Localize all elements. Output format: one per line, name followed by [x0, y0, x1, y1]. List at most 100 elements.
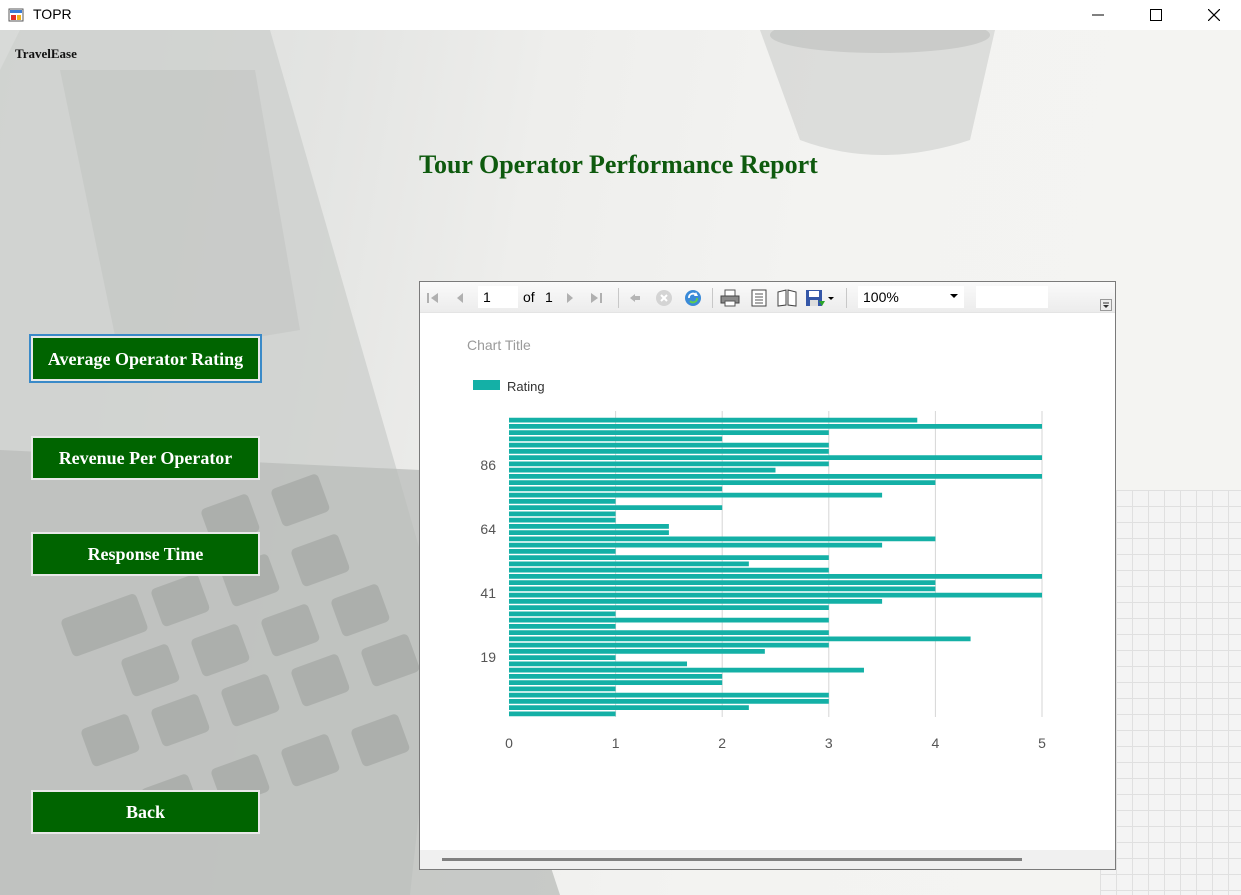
- bar: [509, 549, 616, 554]
- horizontal-scrollbar[interactable]: [420, 850, 1115, 869]
- first-page-button[interactable]: [425, 289, 441, 307]
- revenue-per-operator-button[interactable]: Revenue Per Operator: [31, 436, 260, 480]
- response-time-button[interactable]: Response Time: [31, 532, 260, 576]
- y-tick-label: 19: [480, 649, 496, 665]
- maximize-icon: [1150, 9, 1162, 21]
- bar: [509, 561, 749, 567]
- bar: [509, 580, 936, 585]
- bar: [509, 511, 616, 517]
- bar: [509, 680, 723, 685]
- stop-button[interactable]: [654, 289, 674, 307]
- bar: [509, 617, 829, 623]
- bar: [509, 711, 616, 717]
- window-title: TOPR: [33, 6, 72, 22]
- bar: [509, 636, 971, 642]
- last-page-button[interactable]: [588, 289, 604, 307]
- bar: [509, 517, 616, 523]
- page-setup-button[interactable]: [776, 289, 798, 307]
- bar: [509, 436, 723, 442]
- bar: [509, 480, 936, 485]
- page-title: Tour Operator Performance Report: [419, 150, 818, 179]
- bar: [509, 424, 1042, 429]
- brand-label: TravelEase: [15, 46, 77, 61]
- background-notebook-image: [1100, 490, 1241, 895]
- bar: [509, 699, 829, 704]
- x-tick-label: 0: [505, 735, 513, 751]
- bar: [509, 486, 723, 492]
- bar: [509, 461, 829, 467]
- x-tick-label: 5: [1038, 735, 1046, 751]
- bar: [509, 449, 829, 454]
- app-icon: [8, 8, 24, 22]
- bar: [509, 474, 1042, 479]
- next-page-button[interactable]: [562, 289, 578, 307]
- total-pages-label: 1: [545, 289, 553, 305]
- bar: [509, 705, 749, 710]
- last-page-icon: [591, 293, 602, 303]
- page-setup-icon: [777, 289, 797, 307]
- bar: [509, 655, 616, 660]
- bar: [509, 542, 883, 548]
- y-tick-label: 64: [480, 521, 496, 537]
- bar: [509, 492, 883, 498]
- average-operator-rating-button[interactable]: Average Operator Rating: [29, 334, 262, 383]
- print-layout-icon: [751, 289, 767, 307]
- y-tick-label: 86: [480, 457, 496, 473]
- bar: [509, 442, 829, 448]
- bar: [509, 599, 883, 604]
- toolbar-overflow-button[interactable]: [1100, 299, 1112, 311]
- chart-title: Chart Title: [467, 337, 531, 353]
- form-client-area: TravelEase Tour Operator Performance Rep…: [0, 30, 1241, 895]
- bar: [509, 567, 829, 573]
- first-page-icon: [427, 293, 438, 303]
- bar: [509, 630, 829, 635]
- bar: [509, 674, 723, 679]
- bar: [509, 605, 829, 610]
- previous-page-button[interactable]: [452, 289, 468, 307]
- legend-label: Rating: [507, 379, 545, 394]
- save-export-icon: [806, 290, 834, 306]
- rating-bar-chart: Chart Title Rating 0 1 2 3 4 5 19 41 64 86: [467, 337, 1046, 751]
- find-text-input[interactable]: [976, 286, 1048, 308]
- page-number-input[interactable]: 1: [478, 286, 518, 308]
- close-icon: [1208, 9, 1220, 21]
- bar: [509, 667, 864, 673]
- y-axis-ticks: 19 41 64 86: [480, 457, 496, 665]
- background-pen-cup-image: [760, 30, 995, 155]
- chevron-down-icon: [1103, 302, 1109, 308]
- stop-icon: [656, 290, 672, 306]
- minimize-button[interactable]: [1069, 0, 1127, 30]
- printer-icon: [720, 289, 740, 307]
- maximize-button[interactable]: [1127, 0, 1185, 30]
- print-button[interactable]: [719, 289, 741, 307]
- bar: [509, 536, 936, 542]
- x-axis-ticks: 0 1 2 3 4 5: [505, 735, 1046, 751]
- bar: [509, 624, 616, 629]
- back-to-parent-button[interactable]: [626, 289, 644, 307]
- y-tick-label: 41: [480, 585, 496, 601]
- next-page-icon: [567, 293, 573, 303]
- close-button[interactable]: [1185, 0, 1241, 30]
- refresh-button[interactable]: [683, 289, 703, 307]
- bar: [509, 467, 776, 473]
- zoom-select[interactable]: 100%: [858, 286, 964, 308]
- window-titlebar: TOPR: [0, 0, 1241, 30]
- bar: [509, 611, 616, 617]
- bar: [509, 524, 669, 529]
- bar: [509, 642, 829, 648]
- zoom-dropdown-icon[interactable]: [950, 294, 958, 298]
- x-tick-label: 2: [718, 735, 726, 751]
- back-arrow-icon: [630, 294, 640, 302]
- bar: [509, 574, 1042, 579]
- x-tick-label: 3: [825, 735, 833, 751]
- page-of-label: of: [523, 289, 535, 305]
- bar: [509, 692, 829, 698]
- x-tick-label: 4: [932, 735, 940, 751]
- back-button[interactable]: Back: [31, 790, 260, 834]
- report-viewer: 1 of 1 100% Chart Title Rating 0 1 2 3 4…: [419, 281, 1116, 870]
- print-layout-button[interactable]: [748, 289, 770, 307]
- minimize-icon: [1092, 14, 1104, 16]
- export-button[interactable]: [804, 289, 836, 307]
- horizontal-scrollbar-thumb[interactable]: [442, 858, 1022, 861]
- bar: [509, 586, 936, 592]
